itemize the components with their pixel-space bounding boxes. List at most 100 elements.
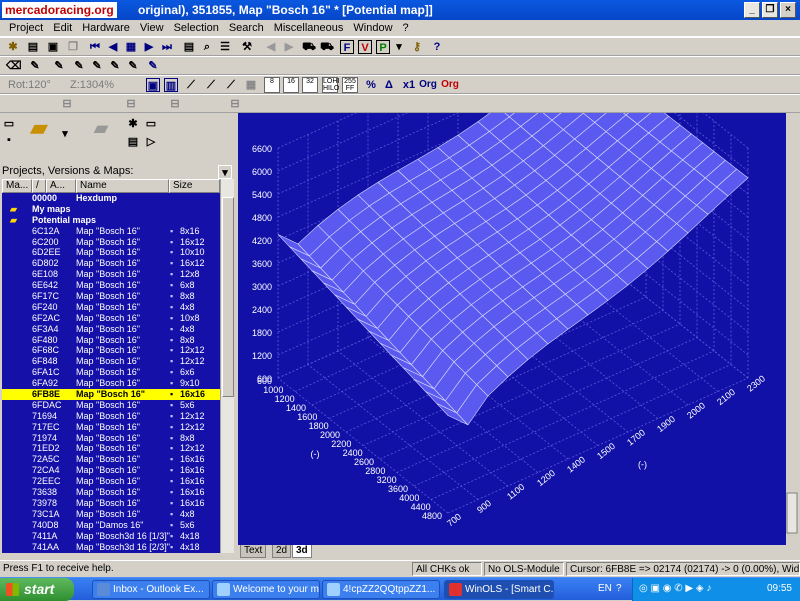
back-icon[interactable]: ◀ xyxy=(264,40,278,54)
x1-button[interactable]: x1 xyxy=(400,78,418,92)
view-bars-icon[interactable]: ▥ xyxy=(164,78,178,92)
lohi-button[interactable]: LOHIHILO xyxy=(322,77,338,93)
list-item[interactable]: 71694Map "Bosch 16"▪12x12 xyxy=(2,411,220,422)
list-item[interactable]: 6D802Map "Bosch 16"▪16x12 xyxy=(2,258,220,269)
v-icon[interactable]: V xyxy=(358,40,372,54)
list-item[interactable]: 6F480Map "Bosch 16"▪8x8 xyxy=(2,335,220,346)
list-item[interactable]: 6F240Map "Bosch 16"▪4x8 xyxy=(2,302,220,313)
menu-project[interactable]: Project xyxy=(4,21,48,36)
list-item[interactable]: 00000Hexdump xyxy=(2,193,220,204)
list-item[interactable]: 6F848Map "Bosch 16"▪12x12 xyxy=(2,356,220,367)
open-folder-icon[interactable]: ▰ xyxy=(26,121,52,147)
tool-c-icon[interactable]: ✎ xyxy=(72,59,86,73)
splitter-1-icon[interactable]: ⊟ xyxy=(60,97,74,111)
print-icon[interactable]: ▤ xyxy=(26,40,40,54)
task-browser[interactable]: Welcome to your m... xyxy=(212,580,320,599)
wizard-icon[interactable]: ✱ xyxy=(6,40,20,54)
list-item[interactable]: 7411AMap "Bosch3d 16 [1/3]"▪4x18 xyxy=(2,531,220,542)
axis2-icon[interactable]: ⟋ xyxy=(204,78,218,92)
percent-icon[interactable]: % xyxy=(364,78,378,92)
list-item[interactable]: 73638Map "Bosch 16"▪16x16 xyxy=(2,487,220,498)
mode-8-button[interactable]: 8 xyxy=(264,77,280,93)
doc-icon[interactable]: ▤ xyxy=(182,40,196,54)
list-item[interactable]: 717ECMap "Bosch 16"▪12x12 xyxy=(2,422,220,433)
view-box-icon[interactable]: ▣ xyxy=(146,78,160,92)
tray-icons[interactable]: ◎ ▣ ◉ ✆ ▶ ◈ ♪ xyxy=(639,583,711,594)
save-icon[interactable]: ▪ xyxy=(2,133,16,147)
last-icon[interactable]: ⏭ xyxy=(160,40,174,54)
list-icon[interactable]: ☰ xyxy=(218,40,232,54)
list-item[interactable]: 72CA4Map "Bosch 16"▪16x16 xyxy=(2,465,220,476)
splitter-3-icon[interactable]: ⊟ xyxy=(168,97,182,111)
list-scrollbar[interactable] xyxy=(220,179,234,553)
list-item[interactable]: ▰Potential maps xyxy=(2,215,220,226)
tool-g-icon[interactable]: ✎ xyxy=(146,59,160,73)
next-icon[interactable]: ▶ xyxy=(142,40,156,54)
window-icon[interactable]: ▣ xyxy=(46,40,60,54)
splitter-4-icon[interactable]: ⊟ xyxy=(228,97,242,111)
dec-hex-button[interactable]: 255FF xyxy=(342,77,358,93)
list-item[interactable]: 6D2EEMap "Bosch 16"▪10x10 xyxy=(2,247,220,258)
props-icon[interactable]: ▤ xyxy=(126,135,140,149)
list-item[interactable]: 72EECMap "Bosch 16"▪16x16 xyxy=(2,476,220,487)
col-name[interactable]: Name xyxy=(76,179,169,193)
start-button[interactable]: start xyxy=(0,578,74,601)
new-icon[interactable]: ▭ xyxy=(2,117,16,131)
p-icon[interactable]: P xyxy=(376,40,390,54)
copy-icon[interactable]: ❐ xyxy=(66,40,80,54)
org-button[interactable]: Org xyxy=(418,78,438,92)
list-item[interactable]: 71974Map "Bosch 16"▪8x8 xyxy=(2,433,220,444)
maximize-button[interactable]: ❐ xyxy=(762,2,778,18)
list-item[interactable]: 71ED2Map "Bosch 16"▪12x12 xyxy=(2,443,220,454)
list-item[interactable]: 6F68CMap "Bosch 16"▪12x12 xyxy=(2,345,220,356)
tool-a-icon[interactable]: ✎ xyxy=(28,59,42,73)
dropdown-icon[interactable]: ▾ xyxy=(392,40,406,54)
3d-map-view[interactable]: 6600600054004800420036003000240018001200… xyxy=(238,113,798,545)
task-winols[interactable]: WinOLS - [Smart C... xyxy=(444,580,554,599)
mode-16-button[interactable]: 16 xyxy=(283,77,299,93)
list-item[interactable]: 6F3A4Map "Bosch 16"▪4x8 xyxy=(2,324,220,335)
menu-search[interactable]: Search xyxy=(224,21,269,36)
tab-text[interactable]: Text xyxy=(240,545,266,558)
list-item[interactable]: 6FB8EMap "Bosch 16"▪16x16 xyxy=(2,389,220,400)
delta-icon[interactable]: Δ xyxy=(382,78,396,92)
list-item[interactable]: 6FDACMap "Bosch 16"▪5x6 xyxy=(2,400,220,411)
list-item[interactable]: 72A5CMap "Bosch 16"▪16x16 xyxy=(2,454,220,465)
list-item[interactable]: 6C12AMap "Bosch 16"▪8x16 xyxy=(2,226,220,237)
menu-view[interactable]: View xyxy=(135,21,169,36)
tab-3d[interactable]: 3d xyxy=(292,545,312,558)
prev-icon[interactable]: ◀ xyxy=(106,40,120,54)
list-item[interactable]: 741AAMap "Bosch3d 16 [2/3]"▪4x18 xyxy=(2,542,220,553)
list-item[interactable]: 6F2ACMap "Bosch 16"▪10x8 xyxy=(2,313,220,324)
key-icon[interactable]: ⚷ xyxy=(410,40,424,54)
task-outlook[interactable]: Inbox - Outlook Ex... xyxy=(92,580,210,599)
tool-d-icon[interactable]: ✎ xyxy=(90,59,104,73)
list-item[interactable]: 6E108Map "Bosch 16"▪12x8 xyxy=(2,269,220,280)
list-item[interactable]: 73C1AMap "Bosch 16"▪4x8 xyxy=(2,509,220,520)
tools-icon[interactable]: ⚒ xyxy=(240,40,254,54)
mode-32-button[interactable]: 32 xyxy=(302,77,318,93)
splitter-2-icon[interactable]: ⊟ xyxy=(124,97,138,111)
first-icon[interactable]: ⏮ xyxy=(88,40,102,54)
f-icon[interactable]: F xyxy=(340,40,354,54)
import-icon[interactable]: ✱ xyxy=(126,117,140,131)
tool-b-icon[interactable]: ✎ xyxy=(52,59,66,73)
grid-icon[interactable]: ▦ xyxy=(124,40,138,54)
axis3-icon[interactable]: ⟋ xyxy=(224,78,238,92)
help-cursor-icon[interactable]: ? xyxy=(430,40,444,54)
car2-icon[interactable]: ⛟ xyxy=(320,40,334,54)
menu-edit[interactable]: Edit xyxy=(48,21,77,36)
list-item[interactable]: 6F17CMap "Bosch 16"▪8x8 xyxy=(2,291,220,302)
list-item[interactable]: 6E642Map "Bosch 16"▪6x8 xyxy=(2,280,220,291)
task-browser-2[interactable]: 4!cpZZ2QQtppZZ1... xyxy=(322,580,440,599)
close-button[interactable]: × xyxy=(780,2,796,18)
menu-window[interactable]: Window xyxy=(348,21,397,36)
find-icon[interactable]: ⌕ xyxy=(200,40,214,54)
menu-selection[interactable]: Selection xyxy=(169,21,224,36)
eraser-icon[interactable]: ⌫ xyxy=(6,59,20,73)
scrollbar-thumb[interactable] xyxy=(222,197,234,397)
col-size[interactable]: Size xyxy=(169,179,220,193)
export-icon[interactable]: ▭ xyxy=(144,117,158,131)
rotation-label[interactable]: Rot:120° xyxy=(8,79,51,91)
zoom-label[interactable]: Z:1304% xyxy=(70,79,114,91)
